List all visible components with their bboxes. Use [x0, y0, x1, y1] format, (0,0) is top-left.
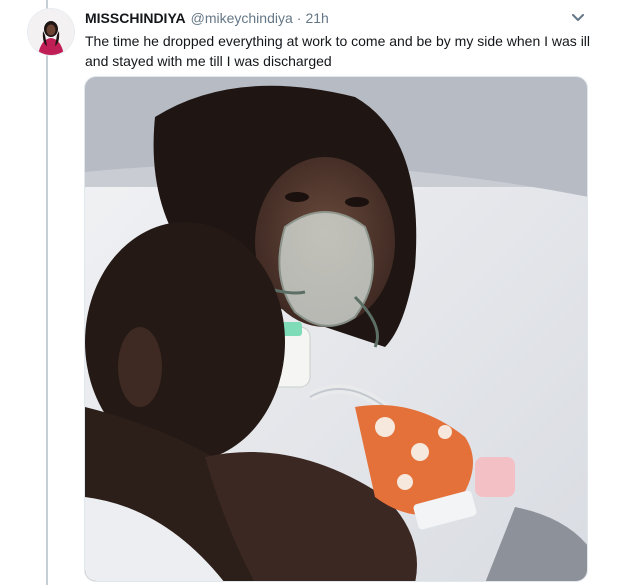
- tweet-text: The time he dropped everything at work t…: [85, 33, 591, 69]
- photo-image: [85, 77, 587, 581]
- avatar-image: [28, 9, 74, 55]
- tweet-photo[interactable]: [84, 76, 588, 582]
- user-handle[interactable]: @mikeychindiya: [191, 10, 293, 26]
- thread-connector-line: [46, 0, 48, 585]
- tweet-header: MISSCHINDIYA @mikeychindiya · 21h: [85, 10, 329, 28]
- separator-dot: ·: [296, 10, 302, 26]
- chevron-down-icon: [572, 14, 584, 21]
- more-options-button[interactable]: [568, 10, 588, 26]
- display-name[interactable]: MISSCHINDIYA: [85, 10, 186, 26]
- timestamp[interactable]: 21h: [305, 10, 328, 26]
- avatar[interactable]: [28, 9, 74, 55]
